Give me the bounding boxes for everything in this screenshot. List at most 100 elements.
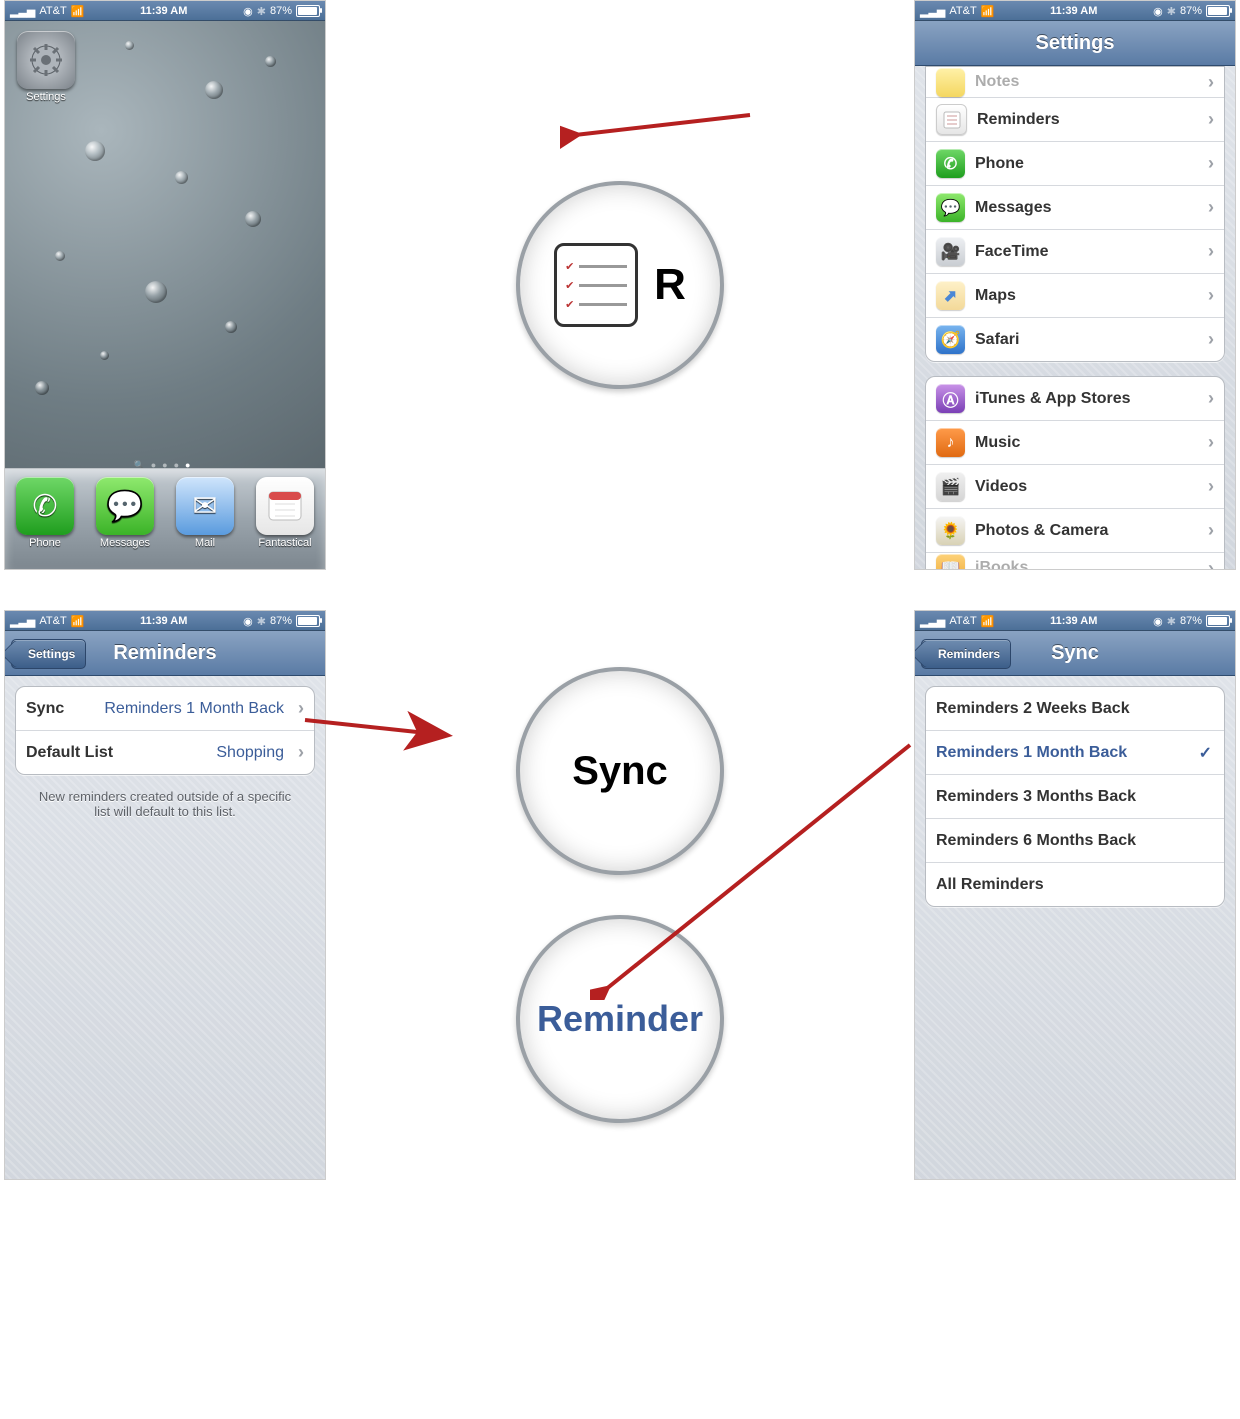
- status-bar: ▂▃▅AT&T📶 11:39 AM ◉✱87%: [915, 611, 1235, 631]
- dock-label: Phone: [29, 537, 61, 549]
- settings-row-notes[interactable]: Notes›: [926, 67, 1224, 98]
- option-label: Reminders 3 Months Back: [936, 788, 1136, 806]
- back-button[interactable]: Reminders: [921, 639, 1011, 669]
- wifi-icon: 📶: [981, 615, 995, 628]
- dock-label: Mail: [195, 537, 215, 549]
- zoom-bubble-sync: Sync: [516, 667, 724, 875]
- settings-row-videos[interactable]: 🎬Videos›: [926, 465, 1224, 509]
- mail-icon: ✉: [176, 477, 234, 535]
- settings-app-icon[interactable]: Settings: [17, 31, 75, 103]
- gear-icon: [17, 31, 75, 89]
- sync-option[interactable]: Reminders 3 Months Back: [926, 775, 1224, 819]
- sync-option[interactable]: All Reminders: [926, 863, 1224, 906]
- settings-row-photos[interactable]: 🌻Photos & Camera›: [926, 509, 1224, 553]
- carrier-label: AT&T: [949, 5, 976, 17]
- row-label: iBooks: [975, 559, 1028, 570]
- navbar-title: Sync: [1051, 642, 1099, 665]
- wifi-icon: 📶: [981, 5, 995, 18]
- zoom-text: R: [654, 260, 686, 310]
- location-icon: ◉: [1153, 5, 1163, 18]
- zoom-text: Sync: [572, 749, 668, 794]
- row-value: Shopping: [216, 744, 284, 762]
- bluetooth-icon: ✱: [257, 615, 266, 628]
- clock-label: 11:39 AM: [1050, 5, 1097, 17]
- option-label: Reminders 2 Weeks Back: [936, 700, 1130, 718]
- zoom-container-2: Sync Reminder: [470, 610, 770, 1180]
- videos-icon: 🎬: [936, 472, 965, 501]
- row-label: Default List: [26, 744, 113, 762]
- reminders-navbar: Settings Reminders: [5, 631, 325, 676]
- option-label: Reminders 1 Month Back: [936, 744, 1127, 762]
- settings-row-reminders[interactable]: Reminders›: [926, 98, 1224, 142]
- sync-option[interactable]: Reminders 6 Months Back: [926, 819, 1224, 863]
- chevron-right-icon: ›: [1208, 197, 1214, 218]
- battery-percent: 87%: [270, 615, 292, 627]
- battery-icon: [1206, 5, 1230, 17]
- reminders-content: SyncReminders 1 Month Back› Default List…: [5, 676, 325, 1180]
- messages-icon: 💬: [936, 193, 965, 222]
- battery-icon: [296, 5, 320, 17]
- row-label: Messages: [975, 199, 1052, 217]
- sync-option[interactable]: Reminders 2 Weeks Back: [926, 687, 1224, 731]
- row-label: Safari: [975, 331, 1019, 349]
- messages-icon: 💬: [96, 477, 154, 535]
- settings-phone: ▂▃▅AT&T📶 11:39 AM ◉✱87% Settings Notes› …: [914, 0, 1236, 570]
- option-label: Reminders 6 Months Back: [936, 832, 1136, 850]
- settings-row-music[interactable]: ♪Music›: [926, 421, 1224, 465]
- dock: ✆ Phone 💬Messages ✉ Mail Fantastical: [5, 468, 325, 569]
- itunes-icon: Ⓐ: [936, 384, 965, 413]
- sync-row[interactable]: SyncReminders 1 Month Back›: [16, 687, 314, 731]
- settings-row-ibooks[interactable]: 📖iBooks›: [926, 553, 1224, 570]
- settings-row-safari[interactable]: 🧭Safari›: [926, 318, 1224, 361]
- chevron-right-icon: ›: [1208, 285, 1214, 306]
- sync-content: Reminders 2 Weeks Back Reminders 1 Month…: [915, 676, 1235, 1180]
- sync-option-selected[interactable]: Reminders 1 Month Back✓: [926, 731, 1224, 775]
- back-button[interactable]: Settings: [11, 639, 86, 669]
- row-label: FaceTime: [975, 243, 1049, 261]
- default-list-row[interactable]: Default List Shopping ›: [16, 731, 314, 774]
- sync-navbar: Reminders Sync: [915, 631, 1235, 676]
- chevron-right-icon: ›: [1208, 153, 1214, 174]
- settings-row-phone[interactable]: ✆Phone›: [926, 142, 1224, 186]
- dock-app-phone[interactable]: ✆ Phone: [16, 477, 74, 549]
- status-bar: ▂▃▅AT&T📶 11:39 AM ◉✱87%: [5, 1, 325, 21]
- bluetooth-icon: ✱: [1167, 5, 1176, 18]
- location-icon: ◉: [243, 615, 253, 628]
- clock-label: 11:39 AM: [140, 5, 187, 17]
- dock-app-messages[interactable]: 💬Messages: [96, 477, 154, 549]
- row-label: Photos & Camera: [975, 522, 1108, 540]
- chevron-right-icon: ›: [1208, 476, 1214, 497]
- phone-icon: ✆: [16, 477, 74, 535]
- row-label: Music: [975, 434, 1020, 452]
- reminders-icon: ✔ ✔ ✔: [554, 243, 638, 327]
- row-label: Maps: [975, 287, 1016, 305]
- row-value: Reminders 1 Month Back: [104, 700, 284, 718]
- settings-row-messages[interactable]: 💬 Messages ›: [926, 186, 1224, 230]
- settings-row-maps[interactable]: ⬈Maps›: [926, 274, 1224, 318]
- chevron-right-icon: ›: [298, 698, 304, 719]
- signal-icon: ▂▃▅: [10, 615, 35, 628]
- reminders-settings-phone: ▂▃▅AT&T📶 11:39 AM ◉✱87% Settings Reminde…: [4, 610, 326, 1180]
- sync-phone: ▂▃▅AT&T📶 11:39 AM ◉✱87% Reminders Sync R…: [914, 610, 1236, 1180]
- carrier-label: AT&T: [39, 615, 66, 627]
- battery-percent: 87%: [1180, 615, 1202, 627]
- wifi-icon: 📶: [71, 615, 85, 628]
- location-icon: ◉: [1153, 615, 1163, 628]
- dock-label: Fantastical: [258, 537, 311, 549]
- carrier-label: AT&T: [949, 615, 976, 627]
- dock-app-mail[interactable]: ✉ Mail: [176, 477, 234, 549]
- clock-label: 11:39 AM: [1050, 615, 1097, 627]
- back-button-label: Reminders: [938, 647, 1000, 661]
- zoom-bubble-reminder: Reminder: [516, 915, 724, 1123]
- settings-list[interactable]: Notes› Reminders› ✆Phone› 💬Messages› 🎥Fa…: [915, 66, 1235, 570]
- battery-percent: 87%: [1180, 5, 1202, 17]
- settings-row-itunes[interactable]: ⒶiTunes & App Stores›: [926, 377, 1224, 421]
- dock-app-fantastical[interactable]: Fantastical: [256, 477, 314, 549]
- settings-row-facetime[interactable]: 🎥FaceTime›: [926, 230, 1224, 274]
- chevron-right-icon: ›: [1208, 241, 1214, 262]
- row-label: Reminders: [977, 111, 1060, 129]
- bluetooth-icon: ✱: [1167, 615, 1176, 628]
- row-label: iTunes & App Stores: [975, 390, 1131, 408]
- chevron-right-icon: ›: [1208, 329, 1214, 350]
- chevron-right-icon: ›: [298, 742, 304, 763]
